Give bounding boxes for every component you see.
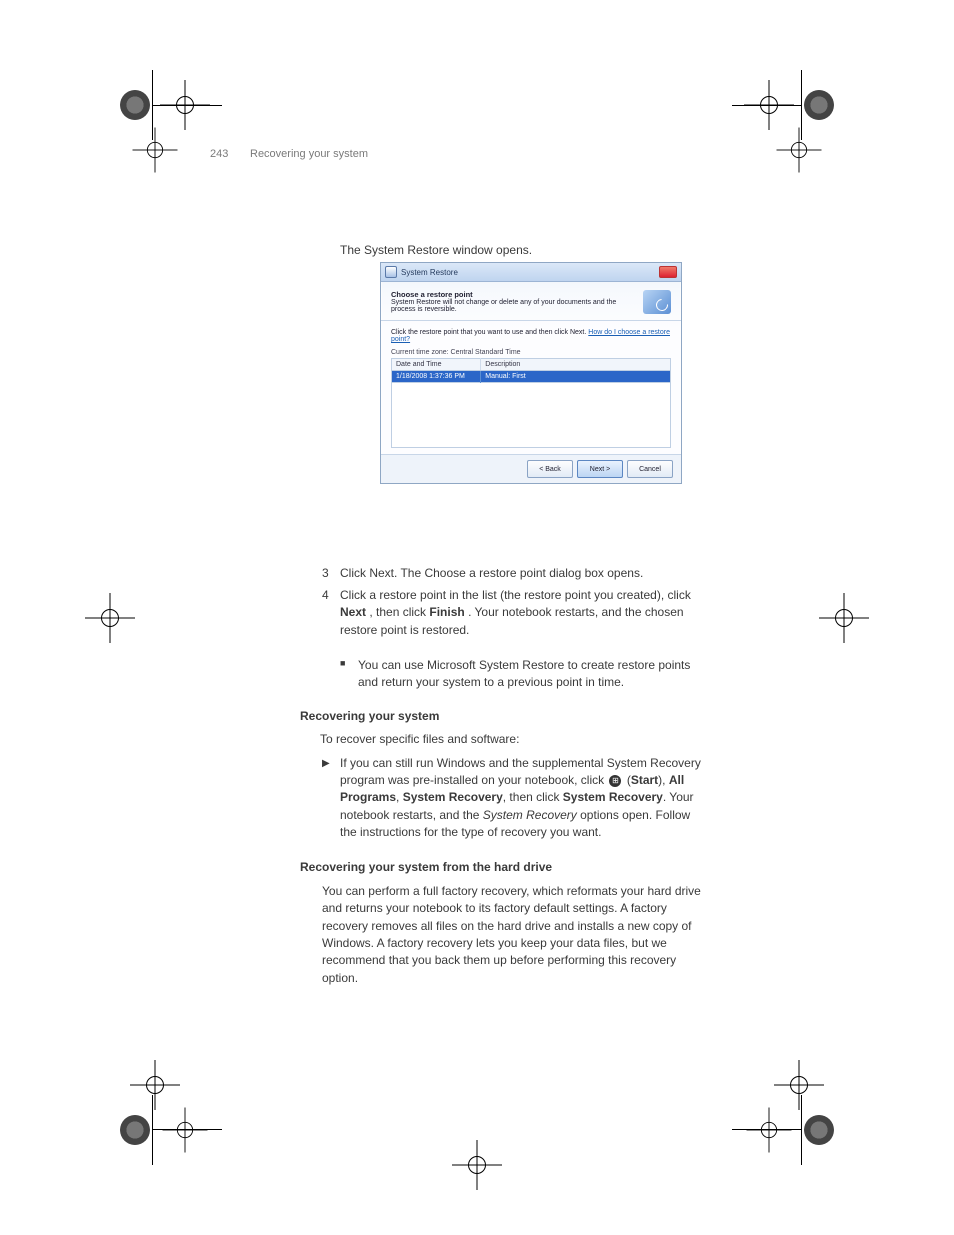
procedure-lead: To recover specific files and software: [320, 731, 710, 748]
lead-paragraph: The System Restore window opens. [340, 242, 710, 259]
bullet-item: ■ You can use Microsoft System Restore t… [340, 657, 710, 692]
chapter-title: Recovering your system [250, 148, 368, 160]
body-text-column: The System Restore window opens. 3 Click… [210, 236, 710, 993]
step-4: 4 Click a restore point in the list (the… [322, 587, 710, 639]
procedure-step: ▶ If you can still run Windows and the s… [322, 755, 710, 842]
windows-start-icon: ⊞ [609, 775, 621, 787]
body-paragraph: You can perform a full factory recovery,… [322, 883, 710, 987]
step-text: Click Next. The Choose a restore point d… [340, 565, 710, 582]
page-number: 243 [210, 148, 228, 160]
step-3: 3 Click Next. The Choose a restore point… [322, 565, 710, 582]
section-heading: Recovering your system [300, 708, 710, 725]
step-number: 3 [322, 565, 340, 582]
step-fragment: Click a restore point in the list (the r… [340, 588, 691, 602]
procedure-text: If you can still run Windows and the sup… [340, 755, 710, 842]
manual-page: 243 Recovering your system System Restor… [0, 0, 954, 1235]
step-fragment: , then click [369, 605, 429, 619]
ui-label-next: Next [340, 605, 366, 619]
bullet-text: You can use Microsoft System Restore to … [358, 657, 710, 692]
bullet-icon: ■ [340, 657, 358, 692]
section-heading: Recovering your system from the hard dri… [300, 859, 710, 876]
arrow-icon: ▶ [322, 755, 340, 772]
step-text: Click a restore point in the list (the r… [340, 587, 710, 639]
step-number: 4 [322, 587, 340, 639]
ui-label-finish: Finish [429, 605, 464, 619]
